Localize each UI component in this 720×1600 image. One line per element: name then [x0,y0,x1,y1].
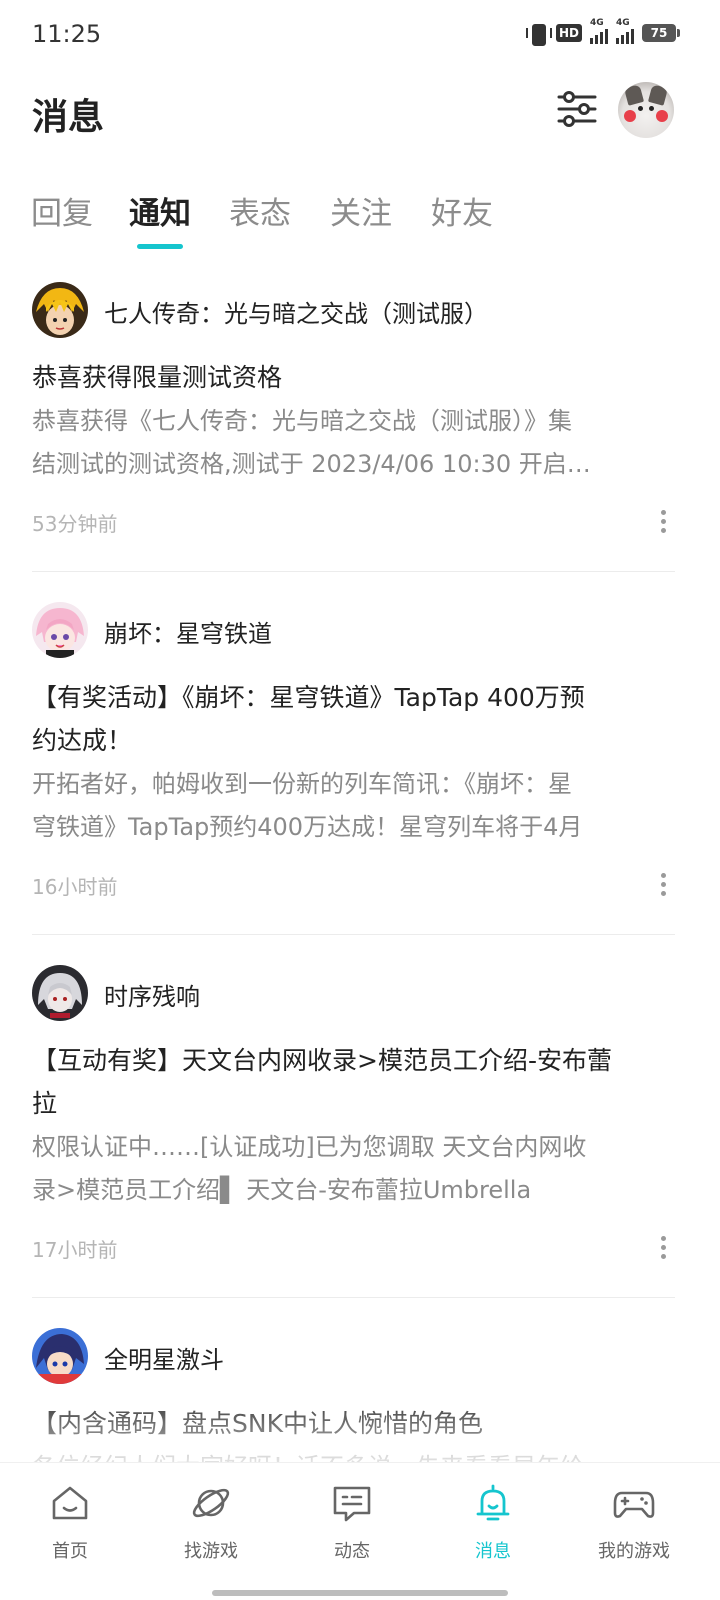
nav-home[interactable]: 首页 [15,1481,125,1581]
nav-label: 我的游戏 [598,1541,670,1562]
profile-avatar[interactable] [618,82,674,138]
message-tabs: 回复 通知 表态 关注 好友 [0,180,720,252]
planet-icon [192,1488,230,1518]
notification-body-line: 穹铁道》TapTap预约400万达成！星穹列车将于4月 [32,813,583,841]
tab-friends[interactable]: 好友 [431,188,493,233]
avatar-cheek [656,110,668,122]
status-time: 11:25 [32,20,102,48]
notification-title-line: 拉 [32,1089,58,1118]
hd-voice-icon: HD [555,24,582,42]
tab-notifications[interactable]: 通知 [129,188,191,233]
more-options-button[interactable] [651,869,675,903]
game-avatar-image [32,602,88,658]
card-header: 全明星激斗 [32,1328,675,1384]
card-header: 崩坏：星穹铁道 [32,602,675,658]
notification-title-line: 约达成！ [32,726,133,755]
tab-reactions[interactable]: 表态 [229,188,291,233]
sliders-icon [557,91,597,127]
avatar-eye [638,106,643,111]
gamepad-icon [613,1491,655,1518]
vibrate-icon [525,22,552,46]
nav-label: 消息 [475,1541,511,1562]
avatar-eye [649,106,654,111]
notification-body-line: 录>模范员工介绍▌ 天文台-安布蕾拉Umbrella [32,1176,532,1204]
nav-label: 首页 [52,1541,88,1562]
game-name[interactable]: 全明星激斗 [104,1340,224,1375]
notification-card[interactable]: 时序残响 【互动有奖】天文台内网收录>模范员工介绍-安布蕾 拉 权限认证中……[… [32,945,675,1298]
divider [32,571,675,572]
nav-find-games[interactable]: 找游戏 [156,1481,266,1581]
more-options-button[interactable] [651,1232,675,1266]
game-avatar-image [32,1328,88,1384]
notification-body-line: 恭喜获得《七人传奇：光与暗之交战（测试服）》集 [32,407,572,435]
more-options-button[interactable] [651,506,675,540]
notification-title-line: 【有奖活动】《崩坏：星穹铁道》TapTap 400万预 [32,683,585,712]
filter-button[interactable] [556,88,598,130]
network-type-label-2: 4G [616,18,630,28]
notification-title: 【内含通码】盘点SNK中让人惋惜的角色 [32,1409,483,1438]
bottom-navigation: 首页 找游戏 动态 消息 我的游戏 [0,1462,720,1600]
card-header: 时序残响 [32,965,675,1021]
game-avatar[interactable] [32,1328,88,1384]
notification-body-line: 结测试的测试资格,测试于 2023/4/06 10:30 开启… [32,450,591,478]
notification-title-line: 【互动有奖】天文台内网收录>模范员工介绍-安布蕾 [32,1046,612,1075]
page-title: 消息 [32,97,105,138]
notification-body-line: 权限认证中……[认证成功]已为您调取 天文台内网收 [32,1133,587,1161]
card-header: 七人传奇：光与暗之交战（测试服） [32,282,675,338]
game-name[interactable]: 七人传奇：光与暗之交战（测试服） [104,294,488,329]
tab-follows[interactable]: 关注 [330,188,392,233]
notification-card[interactable]: 崩坏：星穹铁道 【有奖活动】《崩坏：星穹铁道》TapTap 400万预 约达成！… [32,582,675,935]
nav-my-games[interactable]: 我的游戏 [579,1481,689,1581]
avatar-ear [647,84,669,106]
home-icon [52,1486,88,1520]
signal-icon-2: 4G [616,18,634,44]
nav-label: 找游戏 [184,1541,238,1562]
game-name[interactable]: 时序残响 [104,977,200,1012]
game-avatar[interactable] [32,602,88,658]
notification-title: 恭喜获得限量测试资格 [32,363,283,392]
nav-label: 动态 [334,1541,370,1562]
active-tab-indicator [137,244,183,249]
notification-time: 17小时前 [32,1238,118,1262]
battery-icon: 75 [642,24,680,42]
nav-messages[interactable]: 消息 [438,1481,548,1581]
notification-time: 53分钟前 [32,512,118,536]
avatar-ear [623,84,645,106]
tab-reply[interactable]: 回复 [31,188,93,233]
notification-body-line: 各位经纪人们大家好呀！话不多说，先来看看早年给 [32,1446,675,1462]
game-avatar-image [32,965,88,1021]
bell-icon [476,1484,510,1521]
divider [32,1297,675,1298]
game-avatar-image [32,282,88,338]
game-name[interactable]: 崩坏：星穹铁道 [104,614,272,649]
status-bar: 11:25 HD 4G 4G 75 [0,0,720,70]
divider [32,934,675,935]
header: 消息 [0,72,720,152]
chat-icon [333,1486,371,1522]
signal-icon: 4G [590,18,608,44]
notification-card[interactable]: 七人传奇：光与暗之交战（测试服） 恭喜获得限量测试资格 恭喜获得《七人传奇：光与… [32,262,675,572]
notification-body-line: 开拓者好，帕姆收到一份新的列车简讯：《崩坏：星 [32,770,572,798]
nav-feed[interactable]: 动态 [297,1481,407,1581]
game-avatar[interactable] [32,965,88,1021]
game-avatar[interactable] [32,282,88,338]
notification-card[interactable]: 全明星激斗 【内含通码】盘点SNK中让人惋惜的角色 各位经纪人们大家好呀！话不多… [32,1308,675,1462]
notification-list: 七人传奇：光与暗之交战（测试服） 恭喜获得限量测试资格 恭喜获得《七人传奇：光与… [0,262,720,1462]
status-icons: HD 4G 4G 75 [525,18,680,46]
network-type-label: 4G [590,18,604,28]
home-indicator[interactable] [212,1590,508,1596]
avatar-cheek [624,110,636,122]
notification-time: 16小时前 [32,875,118,899]
